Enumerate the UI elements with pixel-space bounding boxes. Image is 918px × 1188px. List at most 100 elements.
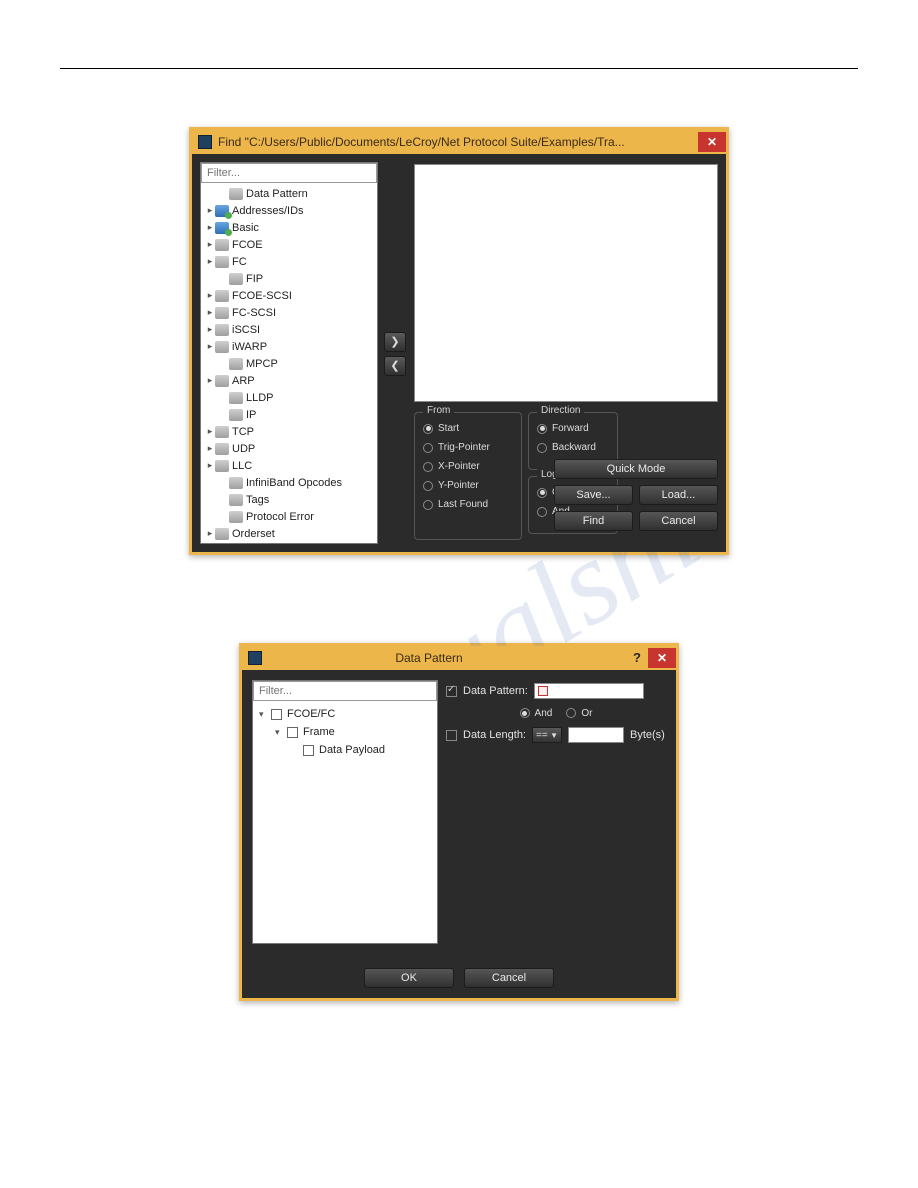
tree-label: Data Payload (319, 744, 385, 756)
chevron-right-icon: ▸ (205, 460, 215, 471)
tree-label: IP (246, 409, 256, 421)
tree-row[interactable]: MPCP (201, 355, 377, 372)
protocol-icon (215, 205, 229, 217)
protocol-icon (215, 460, 229, 472)
tree-row[interactable]: ▸ARP (201, 372, 377, 389)
protocol-icon (215, 324, 229, 336)
tree-row[interactable]: FIP (201, 270, 377, 287)
tree-row[interactable]: ▸ Addresses/IDs (201, 202, 377, 219)
tree-row[interactable]: ▾ Frame (253, 723, 437, 741)
save-button[interactable]: Save... (554, 485, 633, 505)
filter-tree: Data Pattern▸Addresses/IDs▸Basic▸FCOE▸FC… (200, 162, 378, 544)
help-icon[interactable]: ? (626, 648, 648, 668)
tree-row[interactable]: ▸iWARP (201, 338, 377, 355)
chevron-down-icon: ▾ (275, 727, 287, 738)
chevron-right-icon: ▸ (205, 222, 215, 233)
add-button[interactable]: ❯ (384, 332, 406, 352)
radio-option[interactable]: Y-Pointer (423, 476, 513, 495)
remove-button[interactable]: ❮ (384, 356, 406, 376)
cancel-button[interactable]: Cancel (464, 968, 554, 988)
chevron-right-icon: ▸ (205, 443, 215, 454)
tree-label: iWARP (232, 341, 267, 353)
protocol-icon (229, 511, 243, 523)
pattern-edit-icon (538, 686, 548, 696)
radio-option[interactable]: Last Found (423, 495, 513, 514)
radio-option[interactable]: X-Pointer (423, 457, 513, 476)
radio-option[interactable]: Forward (537, 419, 609, 438)
and-radio[interactable]: And (520, 704, 553, 723)
tree-label: Data Pattern (246, 188, 308, 200)
tree-row[interactable]: IP (201, 406, 377, 423)
close-icon[interactable]: ✕ (698, 132, 726, 152)
radio-option[interactable]: Trig-Pointer (423, 438, 513, 457)
or-radio[interactable]: Or (566, 704, 592, 723)
radio-option[interactable]: Backward (537, 438, 609, 457)
protocol-icon (215, 222, 229, 234)
protocol-icon (229, 409, 243, 421)
tree-row[interactable]: Tags (201, 491, 377, 508)
tree-row[interactable]: Data Pattern (201, 185, 377, 202)
filter-input[interactable] (201, 163, 377, 183)
data-pattern-input[interactable] (534, 683, 644, 699)
tree-row[interactable]: Protocol Error (201, 508, 377, 525)
chevron-right-icon: ▸ (205, 307, 215, 318)
checkbox[interactable] (287, 727, 298, 738)
radio-dot (537, 488, 547, 498)
tree-row[interactable]: ▸Basic (201, 219, 377, 236)
dp-title: Data Pattern (242, 651, 616, 665)
tree-label: MPCP (246, 358, 278, 370)
data-length-input[interactable] (568, 727, 624, 743)
tree-row[interactable]: ▸TCP (201, 423, 377, 440)
checkbox[interactable] (303, 745, 314, 756)
tree-label: LLDP (246, 392, 274, 404)
tree-label: FIP (246, 273, 263, 285)
ok-button[interactable]: OK (364, 968, 454, 988)
tree-row[interactable]: LLDP (201, 389, 377, 406)
chevron-right-icon: ▸ (205, 528, 215, 539)
protocol-icon (215, 375, 229, 387)
tree-row[interactable]: ▸ Orderset (201, 525, 377, 542)
tree-row[interactable]: ▾ FCOE/FC (253, 705, 437, 723)
radio-dot (423, 462, 433, 472)
load-button[interactable]: Load... (639, 485, 718, 505)
protocol-icon (229, 188, 243, 200)
checkbox[interactable] (271, 709, 282, 720)
radio-label: Backward (552, 442, 596, 453)
operator-select[interactable]: == ▼ (532, 727, 562, 743)
radio-dot (423, 500, 433, 510)
tree-row[interactable]: ▸FC (201, 253, 377, 270)
tree-row[interactable]: ▸FC-SCSI (201, 304, 377, 321)
dp-tree: ▾ FCOE/FC ▾ Frame Data Payload (252, 680, 438, 944)
chevron-right-icon: ▸ (205, 324, 215, 335)
quick-mode-button[interactable]: Quick Mode (554, 459, 718, 479)
cancel-button[interactable]: Cancel (639, 511, 718, 531)
data-pattern-label: Data Pattern: (463, 685, 528, 697)
protocol-icon (215, 528, 229, 540)
tree-label: FCOE (232, 239, 263, 251)
tree-row[interactable]: InfiniBand Opcodes (201, 474, 377, 491)
tree-row[interactable]: ▸LLC (201, 457, 377, 474)
tree-label: ARP (232, 375, 255, 387)
from-legend: From (423, 405, 454, 416)
tree-label: Addresses/IDs (232, 205, 304, 217)
tree-label: FCOE-SCSI (232, 290, 292, 302)
tree-label: UDP (232, 443, 255, 455)
chevron-down-icon: ▼ (550, 731, 558, 740)
radio-dot (423, 443, 433, 453)
tree-row[interactable]: ▸FCOE-SCSI (201, 287, 377, 304)
tree-row[interactable]: Data Payload (253, 741, 437, 759)
find-titlebar: Find "C:/Users/Public/Documents/LeCroy/N… (192, 130, 726, 154)
close-icon[interactable]: ✕ (648, 648, 676, 668)
tree-label: Orderset (232, 528, 275, 540)
tree-row[interactable]: ▸iSCSI (201, 321, 377, 338)
tree-row[interactable]: ▸FCOE (201, 236, 377, 253)
find-button[interactable]: Find (554, 511, 633, 531)
dp-filter-input[interactable] (253, 681, 437, 701)
data-pattern-checkbox[interactable] (446, 686, 457, 697)
tree-row[interactable]: ▸ UDP (201, 440, 377, 457)
radio-option[interactable]: Start (423, 419, 513, 438)
protocol-icon (215, 239, 229, 251)
data-length-checkbox[interactable] (446, 730, 457, 741)
radio-dot (537, 424, 547, 434)
chevron-right-icon: ▸ (205, 205, 215, 216)
